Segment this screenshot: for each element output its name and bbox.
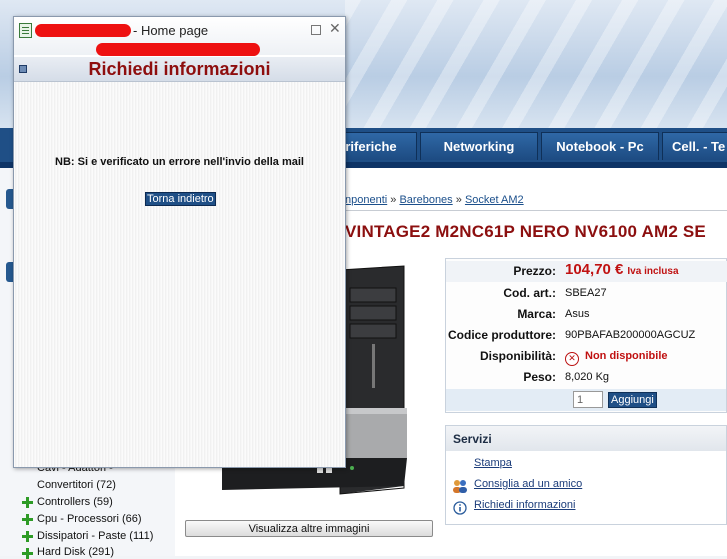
product-info-table: Prezzo: 104,70 € Iva inclusa Cod. art.: S… <box>445 258 727 413</box>
popup-body: NB: Si e verificato un errore nell'invio… <box>14 82 345 467</box>
document-icon <box>19 23 32 38</box>
price-label: Prezzo: <box>513 264 556 278</box>
info-icon <box>453 501 467 515</box>
nav-tab-notebook[interactable]: Notebook - Pc <box>541 132 659 160</box>
breadcrumb-link[interactable]: Socket AM2 <box>465 194 524 206</box>
brand-row: Marca: Asus <box>446 304 727 325</box>
breadcrumb: nponenti » Barebones » Socket AM2 <box>345 194 524 206</box>
availability-label: Disponibilità: <box>480 349 556 363</box>
brand-value: Asus <box>565 308 590 320</box>
category-item-controllers[interactable]: Controllers (59) <box>37 496 113 508</box>
manufacturer-code-label: Codice produttore: <box>448 328 556 342</box>
popup-titlebar[interactable]: - Home page ✕ <box>14 17 345 56</box>
plus-icon[interactable] <box>22 548 33 559</box>
weight-value: 8,020 Kg <box>565 371 610 383</box>
plus-icon[interactable] <box>22 497 33 508</box>
price-note: Iva inclusa <box>627 266 679 277</box>
services-title: Servizi <box>453 432 492 446</box>
error-message: NB: Si e verificato un errore nell'invio… <box>55 156 304 168</box>
popup-window-title: - Home page <box>133 23 209 38</box>
nav-tab-networking[interactable]: Networking <box>420 132 538 160</box>
category-item-dissipatori[interactable]: Dissipatori - Paste (111) <box>37 530 153 542</box>
close-icon[interactable]: ✕ <box>329 20 341 37</box>
category-item-cpu[interactable]: Cpu - Processori (66) <box>37 513 142 525</box>
plus-icon[interactable] <box>22 514 33 525</box>
breadcrumb-link[interactable]: Barebones <box>399 194 452 206</box>
brand-label: Marca: <box>517 307 556 321</box>
nav-tab-label: Notebook - Pc <box>556 139 644 154</box>
code-row: Cod. art.: SBEA27 <box>446 283 727 304</box>
availability-row: Disponibilità: ✕ Non disponibile <box>446 346 727 367</box>
services-box: Servizi Stampa Consiglia ad un amico Ric… <box>445 425 727 525</box>
header-decoration <box>345 0 727 128</box>
nav-tab-label: Networking <box>443 139 515 154</box>
request-info-link[interactable]: Richiedi informazioni <box>474 499 576 511</box>
weight-label: Peso: <box>523 370 556 384</box>
services-header: Servizi <box>446 426 726 451</box>
price-amount: 104,70 € <box>565 261 624 278</box>
recommend-friend-link[interactable]: Consiglia ad un amico <box>474 478 582 490</box>
availability-text: Non disponibile <box>585 350 668 362</box>
breadcrumb-separator: » <box>390 194 397 206</box>
nav-tab-label: Cell. - Te <box>672 139 726 154</box>
maximize-icon[interactable] <box>311 25 321 35</box>
request-info-popup: - Home page ✕ Richiedi informazioni NB: … <box>13 16 346 468</box>
add-to-cart-button[interactable]: Aggiungi <box>608 392 657 408</box>
category-item-hard-disk[interactable]: Hard Disk (291) <box>37 546 114 558</box>
breadcrumb-link[interactable]: nponenti <box>345 194 387 206</box>
plus-icon[interactable] <box>22 531 33 542</box>
price-row: Prezzo: 104,70 € Iva inclusa <box>446 261 727 282</box>
recommend-friend-icon <box>453 480 467 493</box>
product-title: VINTAGE2 M2NC61P NERO NV6100 AM2 SE <box>345 222 706 241</box>
back-button[interactable]: Torna indietro <box>145 192 216 206</box>
manufacturer-code-value: 90PBAFAB200000AGCUZ <box>565 329 696 341</box>
nav-tab-label: riferiche <box>345 139 397 154</box>
unavailable-icon: ✕ <box>565 352 579 366</box>
weight-row: Peso: 8,020 Kg <box>446 367 727 388</box>
print-link[interactable]: Stampa <box>474 457 512 469</box>
popup-heading: Richiedi informazioni <box>88 59 271 79</box>
price-value: 104,70 € Iva inclusa <box>565 261 679 278</box>
redaction-mark <box>96 43 260 56</box>
more-images-button[interactable]: Visualizza altre immagini <box>185 520 433 537</box>
category-item-convertitori[interactable]: Convertitori (72) <box>37 479 116 491</box>
code-label: Cod. art.: <box>503 286 556 300</box>
manufacturer-code-row: Codice produttore: 90PBAFAB200000AGCUZ <box>446 325 727 346</box>
add-to-cart-row: Aggiungi <box>446 389 726 411</box>
nav-tab-cellulari[interactable]: Cell. - Te <box>662 132 727 160</box>
redaction-mark <box>35 24 131 37</box>
code-value: SBEA27 <box>565 287 607 299</box>
availability-value: ✕ Non disponibile <box>565 350 668 366</box>
breadcrumb-separator: » <box>455 194 462 206</box>
quantity-input[interactable] <box>573 391 603 408</box>
